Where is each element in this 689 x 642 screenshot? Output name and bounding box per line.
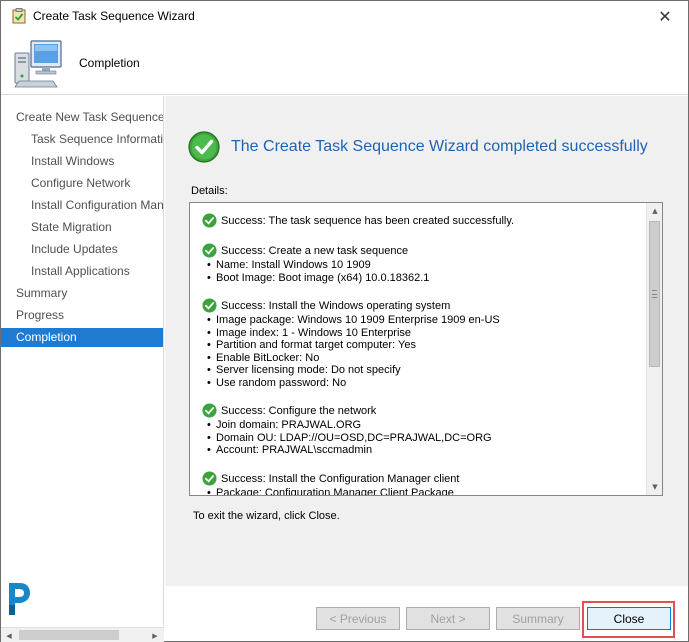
detail-bullet: Package: Configuration Manager Client Pa… xyxy=(202,487,646,496)
detail-entry: Success: Configure the network Join doma… xyxy=(202,403,646,457)
nav-item-install-applications[interactable]: Install Applications xyxy=(1,262,163,281)
main-panel: The Create Task Sequence Wizard complete… xyxy=(165,96,688,586)
nav-item-progress[interactable]: Progress xyxy=(1,306,163,325)
close-window-icon[interactable]: ✕ xyxy=(650,3,680,29)
scroll-left-arrow-icon[interactable]: ◀ xyxy=(1,628,17,642)
detail-bullet: Use random password: No xyxy=(202,377,646,390)
details-label: Details: xyxy=(191,185,228,197)
exit-instruction: To exit the wizard, click Close. xyxy=(193,510,340,522)
nav-item-include-updates[interactable]: Include Updates xyxy=(1,240,163,259)
detail-entry-head: Success: Configure the network xyxy=(221,405,377,417)
brand-logo-icon xyxy=(9,583,30,615)
details-content: Success: The task sequence has been crea… xyxy=(190,203,646,495)
detail-bullet: Image package: Windows 10 1909 Enterpris… xyxy=(202,314,646,327)
detail-bullet: Enable BitLocker: No xyxy=(202,352,646,365)
nav-item-configure-network[interactable]: Configure Network xyxy=(1,174,163,193)
wizard-clipboard-icon xyxy=(12,8,26,24)
nav-item-summary[interactable]: Summary xyxy=(1,284,163,303)
success-check-icon xyxy=(202,403,217,418)
detail-bullet: Partition and format target computer: Ye… xyxy=(202,339,646,352)
wizard-header: Completion xyxy=(1,31,688,95)
success-check-icon xyxy=(188,131,220,163)
detail-bullet: Image index: 1 - Windows 10 Enterprise xyxy=(202,327,646,340)
nav-item-install-configuration-manager[interactable]: Install Configuration Manager xyxy=(1,196,163,215)
detail-bullet: Boot Image: Boot image (x64) 10.0.18362.… xyxy=(202,272,646,285)
scrollbar-thumb[interactable] xyxy=(649,221,660,367)
detail-bullet: Domain OU: LDAP://OU=OSD,DC=PRAJWAL,DC=O… xyxy=(202,432,646,445)
nav-item-create-new-task-sequence[interactable]: Create New Task Sequence xyxy=(1,108,163,127)
nav-item-task-sequence-information[interactable]: Task Sequence Information xyxy=(1,130,163,149)
details-scrollbar[interactable]: ▲ ▼ xyxy=(646,203,662,495)
detail-entry-head: Success: The task sequence has been crea… xyxy=(221,215,515,227)
window-title: Create Task Sequence Wizard xyxy=(33,9,195,23)
detail-bullet: Join domain: PRAJWAL.ORG xyxy=(202,419,646,432)
nav-item-install-windows[interactable]: Install Windows xyxy=(1,152,163,171)
success-check-icon xyxy=(202,470,217,486)
detail-bullet: Account: PRAJWAL\sccmadmin xyxy=(202,444,646,457)
detail-bullet: Server licensing mode: Do not specify xyxy=(202,364,646,377)
success-heading: The Create Task Sequence Wizard complete… xyxy=(231,138,648,155)
success-check-icon xyxy=(202,213,217,228)
success-check-icon xyxy=(202,298,217,313)
detail-entry-head: Success: Create a new task sequence xyxy=(221,245,409,257)
title-bar: Create Task Sequence Wizard ✕ xyxy=(1,1,688,31)
nav-horizontal-scrollbar[interactable]: ◀ ▶ xyxy=(1,627,164,642)
nav-item-state-migration[interactable]: State Migration xyxy=(1,218,163,237)
success-check-icon xyxy=(202,243,217,258)
detail-entry: Success: The task sequence has been crea… xyxy=(202,213,646,229)
detail-bullet: Name: Install Windows 10 1909 xyxy=(202,259,646,272)
scroll-right-arrow-icon[interactable]: ▶ xyxy=(147,628,163,642)
detail-entry-head: Success: Install the Configuration Manag… xyxy=(221,472,460,485)
next-button[interactable]: Next > xyxy=(406,607,490,630)
close-button-highlight xyxy=(582,601,675,638)
scroll-down-arrow-icon[interactable]: ▼ xyxy=(647,479,662,495)
summary-button[interactable]: Summary xyxy=(496,607,580,630)
grip-icon xyxy=(652,290,657,298)
page-title: Completion xyxy=(79,56,140,70)
detail-entry-head: Success: Install the Windows operating s… xyxy=(221,300,451,312)
previous-button[interactable]: < Previous xyxy=(316,607,400,630)
wizard-nav: Create New Task Sequence Task Sequence I… xyxy=(1,96,164,626)
detail-entry: Success: Create a new task sequence Name… xyxy=(202,243,646,284)
nav-item-completion[interactable]: Completion xyxy=(1,328,163,347)
scroll-up-arrow-icon[interactable]: ▲ xyxy=(647,203,662,219)
hscroll-thumb[interactable] xyxy=(19,630,119,640)
detail-entry: Success: Install the Windows operating s… xyxy=(202,298,646,389)
computer-icon xyxy=(14,40,62,88)
details-box[interactable]: Success: The task sequence has been crea… xyxy=(189,202,663,496)
wizard-window: Create Task Sequence Wizard ✕ Completion… xyxy=(0,0,689,642)
detail-entry: Success: Install the Configuration Manag… xyxy=(202,470,646,496)
